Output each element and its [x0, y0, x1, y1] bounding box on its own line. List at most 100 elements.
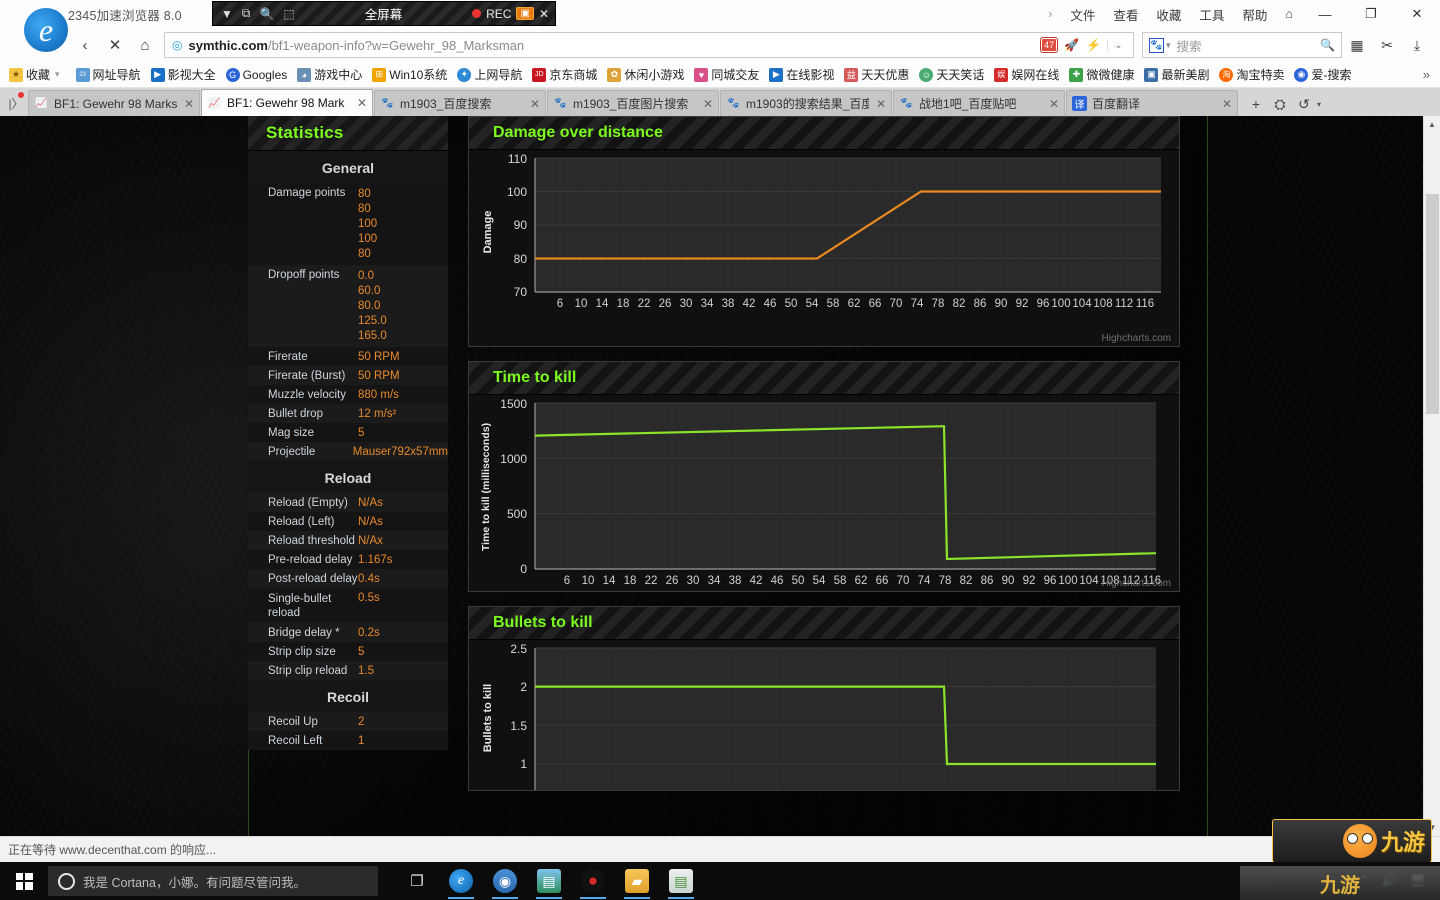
chevron-down-icon[interactable]: ▾ [1317, 100, 1321, 109]
url-text[interactable]: symthic.com/bf1-weapon-info?w=Gewehr_98_… [188, 38, 1035, 53]
tab-close-icon[interactable]: ✕ [182, 97, 194, 111]
start-button[interactable] [0, 862, 48, 900]
bookmark-item[interactable]: ☺ 天天笑话 [914, 64, 989, 86]
search-input[interactable]: 搜索 [1171, 36, 1321, 55]
menu-item-view[interactable]: 查看 [1104, 5, 1147, 24]
bookmark-item[interactable]: ⊞ Win10系统 [367, 64, 452, 86]
tab-strip-controls[interactable]: + ⛭ ↺ ▾ [1245, 92, 1321, 116]
tab-close-icon[interactable]: ✕ [701, 97, 713, 111]
browser-tab[interactable]: 🐾 m1903_百度图片搜索 ✕ [547, 90, 719, 116]
bookmark-item[interactable]: 娱娱网在线 [989, 64, 1064, 86]
recorder-close-icon[interactable]: ✕ [539, 7, 549, 21]
lightning-icon[interactable]: ⚡ [1086, 38, 1101, 52]
bookmark-item[interactable]: ✦ 上网导航 [452, 64, 527, 86]
jiuyou-ad-banner[interactable]: 九游 [1272, 819, 1432, 863]
taskbar-winrar-icon[interactable]: ▤ [528, 862, 570, 900]
screen-recorder-toolbar[interactable]: ▼ ⧉ 🔍 ⬚ 全屏幕 REC ▣ ✕ [212, 1, 556, 26]
search-icon[interactable]: 🔍 [1320, 38, 1335, 52]
bookmark-item[interactable]: ✿ 休闲小游戏 [602, 64, 689, 86]
region-select-icon[interactable]: ⬚ [283, 7, 294, 21]
baidu-icon[interactable]: 🐾 [1149, 37, 1164, 53]
menu-item-help[interactable]: 帮助 [1233, 5, 1276, 24]
btk-chart-svg[interactable]: 2.5 2 1.5 1 Bullets to kill [469, 640, 1179, 790]
tab-close-icon[interactable]: ✕ [1220, 97, 1232, 111]
bookmark-item[interactable]: 23 网址导航 [71, 64, 146, 86]
search-icon[interactable]: 🔍 [259, 7, 274, 21]
minimize-button[interactable]: — [1302, 0, 1348, 28]
taskbar-notepad-icon[interactable]: ▤ [660, 862, 702, 900]
bookmark-item[interactable]: 益天天优惠 [839, 64, 914, 86]
recorder-controls[interactable]: ▼ ⧉ 🔍 ⬚ [221, 6, 295, 21]
bookmark-item[interactable]: ♥ 同城交友 [689, 64, 764, 86]
ttk-chart-svg[interactable]: 1500 1000 500 0 Time to kill (milliseconds… [469, 395, 1179, 591]
bookmark-item[interactable]: ✚ 微微健康 [1064, 64, 1139, 86]
browser-tab-active[interactable]: 📈 BF1: Gewehr 98 Mark ✕ [201, 89, 373, 116]
tab-close-icon[interactable]: ✕ [528, 97, 540, 111]
recorder-right-controls[interactable]: REC ▣ ✕ [472, 7, 549, 21]
search-box[interactable]: 🐾 ▾ 搜索 🔍 [1142, 32, 1342, 58]
task-view-icon[interactable]: ❐ [396, 862, 438, 900]
browser-tab[interactable]: 译 百度翻译 ✕ [1066, 90, 1238, 116]
bookmarks-bar[interactable]: ★ 收藏 ▾ 23 网址导航 ▶ 影视大全 G Googles ◕ 游戏中心 ⊞ Win1… [0, 62, 1440, 88]
calendar-badge-icon[interactable]: 47 [1041, 38, 1058, 52]
clean-icon[interactable]: ⛭ [1269, 92, 1291, 116]
browser-tab[interactable]: 🐾 战地1吧_百度贴吧 ✕ [893, 90, 1065, 116]
chevron-down-icon[interactable]: ▼ [221, 7, 233, 21]
skin-icon[interactable]: ⌂ [1276, 7, 1302, 21]
stop-button[interactable]: ✕ [100, 31, 130, 59]
chart-credit[interactable]: Highcharts.com [1102, 578, 1171, 589]
vertical-scrollbar[interactable]: ▲ ▼ [1423, 116, 1440, 836]
bookmark-favorites[interactable]: ★ 收藏 ▾ [4, 64, 71, 86]
bookmark-item[interactable]: G Googles [221, 64, 293, 86]
chevron-down-icon[interactable]: ▾ [53, 69, 66, 80]
taskbar-recorder-icon[interactable]: ● [572, 862, 614, 900]
damage-chart-svg[interactable]: 110 100 90 80 70 Damage 6 10 14 18 22 26 30 34 38… [469, 150, 1179, 346]
camera-icon[interactable]: ▣ [516, 7, 534, 20]
tab-close-icon[interactable]: ✕ [1047, 97, 1059, 111]
new-tab-button[interactable]: + [1245, 92, 1267, 116]
tab-list-icon[interactable]: |〉 [4, 90, 28, 116]
scissors-icon[interactable]: ✂ [1372, 31, 1402, 59]
chart-plot-area[interactable]: 110 100 90 80 70 Damage 6 10 14 18 22 26 30 34 38… [469, 150, 1179, 346]
bookmark-item[interactable]: ◉ 爱-搜索 [1289, 64, 1356, 86]
address-bar-icons[interactable]: 47 🚀 ⚡ [1035, 38, 1101, 52]
bookmarks-overflow-icon[interactable]: » [1423, 67, 1436, 82]
window-icon[interactable]: ⧉ [242, 6, 251, 21]
address-dropdown-icon[interactable]: ⌄ [1107, 39, 1129, 51]
bookmark-item[interactable]: ▣ 最新美剧 [1139, 64, 1214, 86]
bookmark-item[interactable]: JD 京东商城 [527, 64, 602, 86]
taskbar-edge-icon[interactable]: e [440, 862, 482, 900]
tab-close-icon[interactable]: ✕ [874, 97, 886, 111]
reopen-tab-icon[interactable]: ↺ [1293, 92, 1315, 116]
browser-tab[interactable]: 📈 BF1: Gewehr 98 Marks ✕ [28, 90, 200, 116]
download-icon[interactable]: ⤓ [1402, 31, 1432, 59]
taskbar-browser-2345-icon[interactable]: ◉ [484, 862, 526, 900]
menu-expand-icon[interactable]: › [1039, 7, 1061, 21]
chart-plot-area[interactable]: 2.5 2 1.5 1 Bullets to kill [469, 640, 1179, 790]
scroll-up-button[interactable]: ▲ [1424, 116, 1440, 133]
bookmark-item[interactable]: ▶ 影视大全 [146, 64, 221, 86]
menu-bar[interactable]: › 文件 查看 收藏 工具 帮助 ⌂ — ❐ ✕ [1039, 0, 1440, 28]
bookmark-item[interactable]: ◕ 游戏中心 [292, 64, 367, 86]
chart-credit[interactable]: Highcharts.com [1102, 333, 1171, 344]
chart-plot-area[interactable]: 1500 1000 500 0 Time to kill (milliseconds… [469, 395, 1179, 591]
apps-icon[interactable]: ▦ [1342, 31, 1372, 59]
browser-tab[interactable]: 🐾 m1903_百度搜索 ✕ [374, 90, 546, 116]
taskbar-explorer-icon[interactable]: ▰ [616, 862, 658, 900]
browser-tab[interactable]: 🐾 m1903的搜索结果_百度 ✕ [720, 90, 892, 116]
scrollbar-thumb[interactable] [1426, 194, 1439, 414]
close-button[interactable]: ✕ [1394, 0, 1440, 28]
bookmark-item[interactable]: ▶ 在线影视 [764, 64, 839, 86]
taskbar-icons[interactable]: ❐ e ◉ ▤ ● ▰ ▤ [396, 862, 702, 900]
home-button[interactable]: ⌂ [130, 31, 160, 59]
maximize-button[interactable]: ❐ [1348, 0, 1394, 28]
tab-close-icon[interactable]: ✕ [355, 96, 367, 110]
rocket-icon[interactable]: 🚀 [1064, 38, 1079, 52]
menu-item-file[interactable]: 文件 [1061, 5, 1104, 24]
menu-item-tools[interactable]: 工具 [1190, 5, 1233, 24]
bookmark-item[interactable]: 淘淘宝特卖 [1214, 64, 1289, 86]
menu-item-favorites[interactable]: 收藏 [1147, 5, 1190, 24]
address-bar[interactable]: ◎ symthic.com/bf1-weapon-info?w=Gewehr_9… [164, 32, 1134, 58]
taskbar-ad-overlay[interactable]: 九游 [1240, 866, 1440, 900]
cortana-search-box[interactable]: 我是 Cortana，小娜。有问题尽管问我。 [48, 866, 378, 896]
